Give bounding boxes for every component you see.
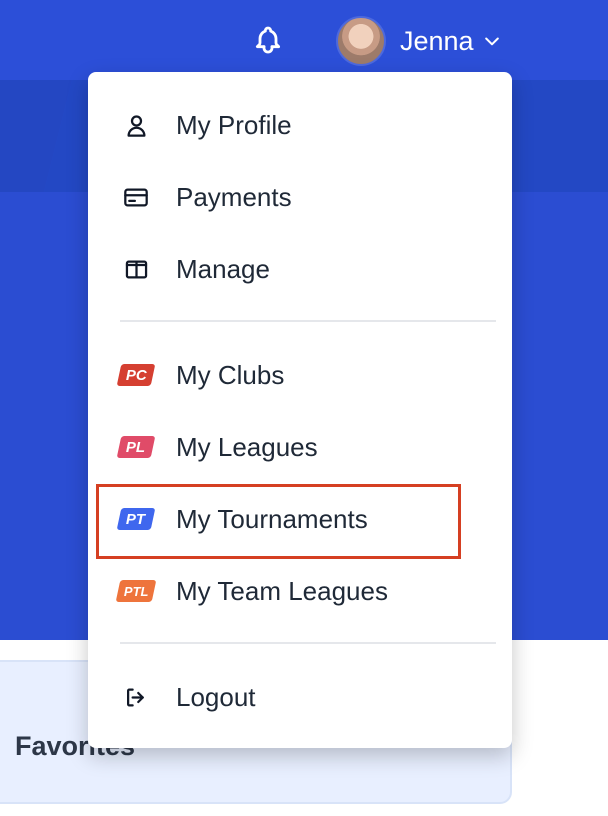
menu-item-label: Manage xyxy=(176,253,270,284)
user-name-label: Jenna xyxy=(400,25,474,56)
menu-item-label: Logout xyxy=(176,681,256,712)
credit-card-icon xyxy=(118,182,154,212)
badge-text: PL xyxy=(126,438,146,456)
chevron-down-icon xyxy=(484,37,499,46)
menu-item-my-profile[interactable]: My Profile xyxy=(88,96,512,154)
menu-item-my-clubs[interactable]: PC My Clubs xyxy=(88,346,512,404)
menu-item-payments[interactable]: Payments xyxy=(88,168,512,226)
menu-item-label: My Team Leagues xyxy=(176,575,388,606)
menu-item-my-leagues[interactable]: PL My Leagues xyxy=(88,418,512,476)
menu-item-my-team-leagues[interactable]: PTL My Team Leagues xyxy=(88,562,512,620)
menu-divider xyxy=(120,642,496,644)
user-icon xyxy=(118,110,154,140)
menu-item-label: My Profile xyxy=(176,109,292,140)
menu-item-label: My Leagues xyxy=(176,431,318,462)
user-avatar[interactable] xyxy=(336,16,386,66)
badge-text: PTL xyxy=(123,583,149,599)
pl-badge-icon: PL xyxy=(116,432,156,462)
top-navigation-bar xyxy=(0,0,608,80)
user-menu-toggle[interactable]: Jenna xyxy=(400,25,502,57)
menu-item-logout[interactable]: Logout xyxy=(88,668,512,726)
logout-icon xyxy=(118,682,154,712)
layout-icon xyxy=(118,254,154,284)
menu-item-label: My Clubs xyxy=(176,359,285,390)
my-tournaments-highlight-box xyxy=(96,484,461,559)
user-dropdown-menu: My Profile Payments Manage PC My Clubs P… xyxy=(88,72,512,748)
ptl-badge-icon: PTL xyxy=(115,576,157,606)
badge-text: PC xyxy=(125,366,147,384)
menu-item-manage[interactable]: Manage xyxy=(88,240,512,298)
pc-badge-icon: PC xyxy=(116,360,156,390)
menu-item-label: Payments xyxy=(176,181,292,212)
menu-divider xyxy=(120,320,496,322)
bell-icon[interactable] xyxy=(252,24,284,56)
